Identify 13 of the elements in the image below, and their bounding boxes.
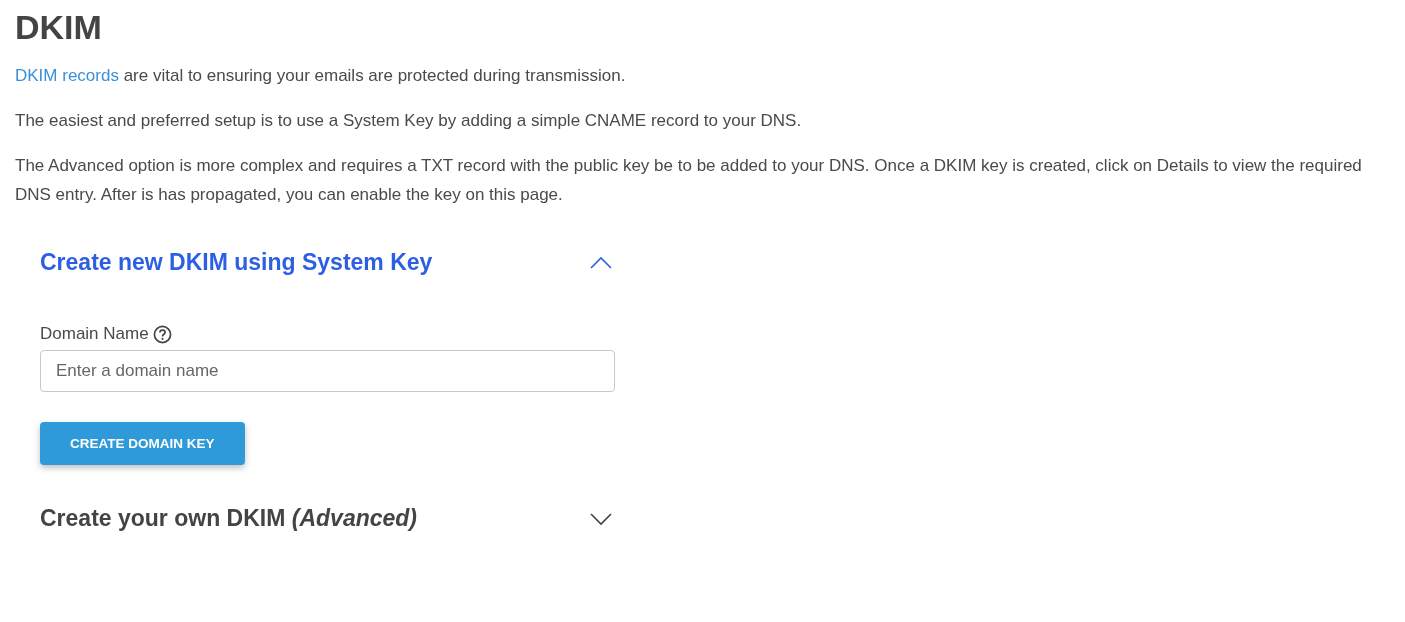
dkim-records-link[interactable]: DKIM records [15,66,119,85]
section-title[interactable]: Create your own DKIM (Advanced) [40,505,417,532]
create-domain-key-button[interactable]: CREATE DOMAIN KEY [40,422,245,465]
description-text: The easiest and preferred setup is to use a System Key by adding a simple CNAME record to your DNS. [15,110,803,132]
section-title[interactable]: Create new DKIM using System Key [40,249,433,276]
intro-text: DKIM records are vital to ensuring your emails are protected during transmission. [15,65,627,87]
description-text: The Advanced option is more complex and requires a TXT record with the public key be to be added to your DNS. Once a DKIM key is created, click on Details to view the required DNS entry. After is has propagated, you can enable the key on this page. [15,155,1363,206]
chevron-up-icon[interactable] [590,255,612,270]
chevron-down-icon[interactable] [590,511,612,526]
help-icon[interactable] [152,324,172,344]
page-title: DKIM [15,8,103,47]
domain-name-field[interactable]: Enter a domain name [40,350,615,392]
field-label: Domain Name [40,324,149,344]
